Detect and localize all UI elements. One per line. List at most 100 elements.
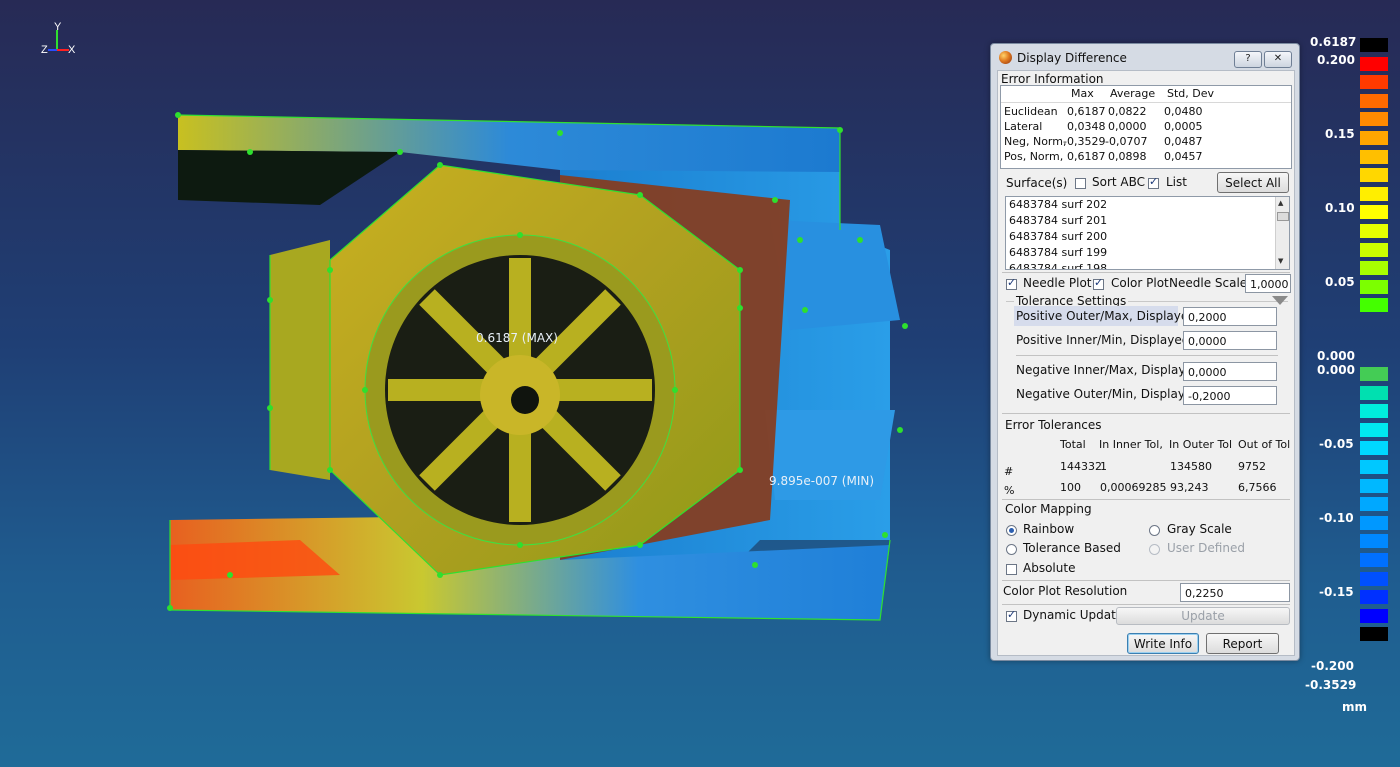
sort-abc-checkbox[interactable] bbox=[1075, 178, 1086, 189]
tolerance-based-label: Tolerance Based bbox=[1023, 541, 1121, 555]
list-checkbox[interactable] bbox=[1148, 175, 1159, 189]
absolute-checkbox[interactable] bbox=[1006, 564, 1017, 575]
cell-max: 0,0348 bbox=[1067, 120, 1106, 133]
report-button[interactable]: Report bbox=[1206, 633, 1279, 654]
list-item[interactable]: 6483784 surf 198 bbox=[1009, 262, 1107, 269]
tolerance-based-radio[interactable] bbox=[1006, 544, 1017, 555]
cell-out: 9752 bbox=[1238, 460, 1266, 473]
pos-outer-input[interactable]: 0,2000 bbox=[1183, 307, 1277, 326]
scale-label: 0.10 bbox=[1325, 201, 1355, 215]
dialog-client: Error Information Max Average Std, Dev E… bbox=[997, 70, 1295, 656]
pos-outer-label: Positive Outer/Max, Displayed bbox=[1016, 309, 1196, 323]
cell-max: 0,6187 bbox=[1067, 150, 1106, 163]
dialog-titlebar[interactable]: Display Difference ? ✕ bbox=[991, 44, 1299, 70]
list-item[interactable]: 6483784 surf 201 bbox=[1009, 214, 1107, 227]
app-icon bbox=[999, 51, 1012, 64]
color-swatch bbox=[1360, 261, 1388, 276]
separator bbox=[1002, 413, 1290, 414]
cell-average: 0,0822 bbox=[1108, 105, 1147, 118]
neg-inner-input[interactable]: 0,0000 bbox=[1183, 362, 1277, 381]
color-mapping-label: Color Mapping bbox=[1005, 502, 1092, 516]
col-header: Max bbox=[1071, 87, 1094, 100]
neg-outer-label: Negative Outer/Min, Displayed bbox=[1016, 387, 1200, 401]
neg-outer-input[interactable]: -0,2000 bbox=[1183, 386, 1277, 405]
color-swatch bbox=[1360, 38, 1388, 52]
color-swatch bbox=[1360, 553, 1388, 567]
write-info-button[interactable]: Write Info bbox=[1127, 633, 1199, 654]
needle-scale-label: Needle Scale bbox=[1169, 276, 1248, 290]
cell-max: -0,3529 bbox=[1063, 135, 1106, 148]
user-defined-label: User Defined bbox=[1167, 541, 1245, 555]
separator bbox=[1002, 580, 1290, 581]
list-scrollbar[interactable]: ▲ ▼ bbox=[1275, 197, 1289, 269]
scroll-down-icon[interactable]: ▼ bbox=[1278, 257, 1283, 265]
error-tolerances-label: Error Tolerances bbox=[1005, 418, 1102, 432]
color-swatch bbox=[1360, 515, 1388, 530]
col-header: In Outer Tol bbox=[1169, 438, 1233, 451]
color-swatch bbox=[1360, 404, 1388, 419]
pos-inner-input[interactable]: 0,0000 bbox=[1183, 331, 1277, 350]
surface-list[interactable]: 6483784 surf 202 6483784 surf 201 648378… bbox=[1005, 196, 1290, 270]
close-button[interactable]: ✕ bbox=[1264, 51, 1292, 68]
fin-upper bbox=[770, 220, 900, 330]
collapse-triangle-icon[interactable] bbox=[1272, 296, 1288, 305]
scale-label: 0.000 bbox=[1317, 349, 1355, 363]
color-plot-resolution-input[interactable]: 0,2250 bbox=[1180, 583, 1290, 602]
color-swatch bbox=[1360, 385, 1388, 400]
color-swatch bbox=[1360, 571, 1388, 586]
scale-label: 0.05 bbox=[1325, 275, 1355, 289]
list-label: List bbox=[1166, 175, 1187, 189]
cell-outer: 134580 bbox=[1170, 460, 1212, 473]
pos-inner-label: Positive Inner/Min, Displayed bbox=[1016, 333, 1190, 347]
col-header: In Inner Tol, bbox=[1099, 438, 1163, 451]
scale-label-min: -0.3529 bbox=[1305, 678, 1357, 692]
list-item[interactable]: 6483784 surf 199 bbox=[1009, 246, 1107, 259]
row-name: % bbox=[1004, 484, 1015, 497]
scale-unit: mm bbox=[1342, 700, 1368, 714]
scale-label: 0.200 bbox=[1317, 53, 1355, 67]
color-plot-resolution-label: Color Plot Resolution bbox=[1003, 584, 1128, 598]
dynamic-update-checkbox[interactable] bbox=[1006, 608, 1017, 622]
cell-average: 0,0000 bbox=[1108, 120, 1147, 133]
display-difference-dialog: Display Difference ? ✕ Error Information… bbox=[990, 43, 1300, 661]
scale-label: 0.15 bbox=[1325, 127, 1355, 141]
color-swatch bbox=[1360, 131, 1388, 145]
left-bracket bbox=[270, 240, 330, 480]
color-swatch bbox=[1360, 149, 1388, 164]
needle-plot-checkbox[interactable] bbox=[1006, 276, 1017, 290]
help-button[interactable]: ? bbox=[1234, 51, 1262, 68]
rainbow-label: Rainbow bbox=[1023, 522, 1075, 536]
scroll-thumb[interactable] bbox=[1277, 212, 1289, 221]
color-plot-checkbox[interactable] bbox=[1093, 276, 1104, 290]
col-header: Total bbox=[1060, 438, 1086, 451]
scroll-up-icon[interactable]: ▲ bbox=[1278, 199, 1283, 207]
error-table-header: Max Average Std, Dev bbox=[1001, 86, 1291, 103]
needle-scale-input[interactable]: 1,0000 bbox=[1245, 274, 1291, 293]
part-model[interactable] bbox=[0, 0, 985, 767]
cell-std: 0,0480 bbox=[1164, 105, 1203, 118]
needle-plot-label: Needle Plot bbox=[1023, 276, 1092, 290]
list-item[interactable]: 6483784 surf 200 bbox=[1009, 230, 1107, 243]
rainbow-radio[interactable] bbox=[1006, 525, 1017, 536]
list-item[interactable]: 6483784 surf 202 bbox=[1009, 198, 1107, 211]
scale-label: 0.000 bbox=[1317, 363, 1355, 377]
row-name: # bbox=[1004, 465, 1014, 478]
user-defined-radio[interactable] bbox=[1149, 544, 1160, 555]
color-swatch bbox=[1360, 627, 1388, 642]
color-swatch bbox=[1360, 279, 1388, 294]
min-label: 9.895e-007 (MIN) bbox=[769, 474, 875, 488]
scale-label: -0.10 bbox=[1319, 511, 1354, 525]
select-all-button[interactable]: Select All bbox=[1217, 172, 1289, 193]
color-swatch bbox=[1360, 441, 1388, 456]
row-name: Lateral bbox=[1004, 120, 1043, 133]
color-swatch bbox=[1360, 112, 1388, 127]
separator bbox=[1002, 604, 1290, 605]
update-button[interactable]: Update bbox=[1116, 607, 1290, 625]
gray-scale-radio[interactable] bbox=[1149, 525, 1160, 536]
color-swatch bbox=[1360, 298, 1388, 313]
color-swatch bbox=[1360, 75, 1388, 90]
separator bbox=[1002, 272, 1290, 273]
color-swatch bbox=[1360, 168, 1388, 183]
3d-viewport[interactable]: Y Z X 0.6187 (MAX) 9.895e-007 (MIN) bbox=[0, 0, 985, 767]
cell-max: 0,6187 bbox=[1067, 105, 1106, 118]
